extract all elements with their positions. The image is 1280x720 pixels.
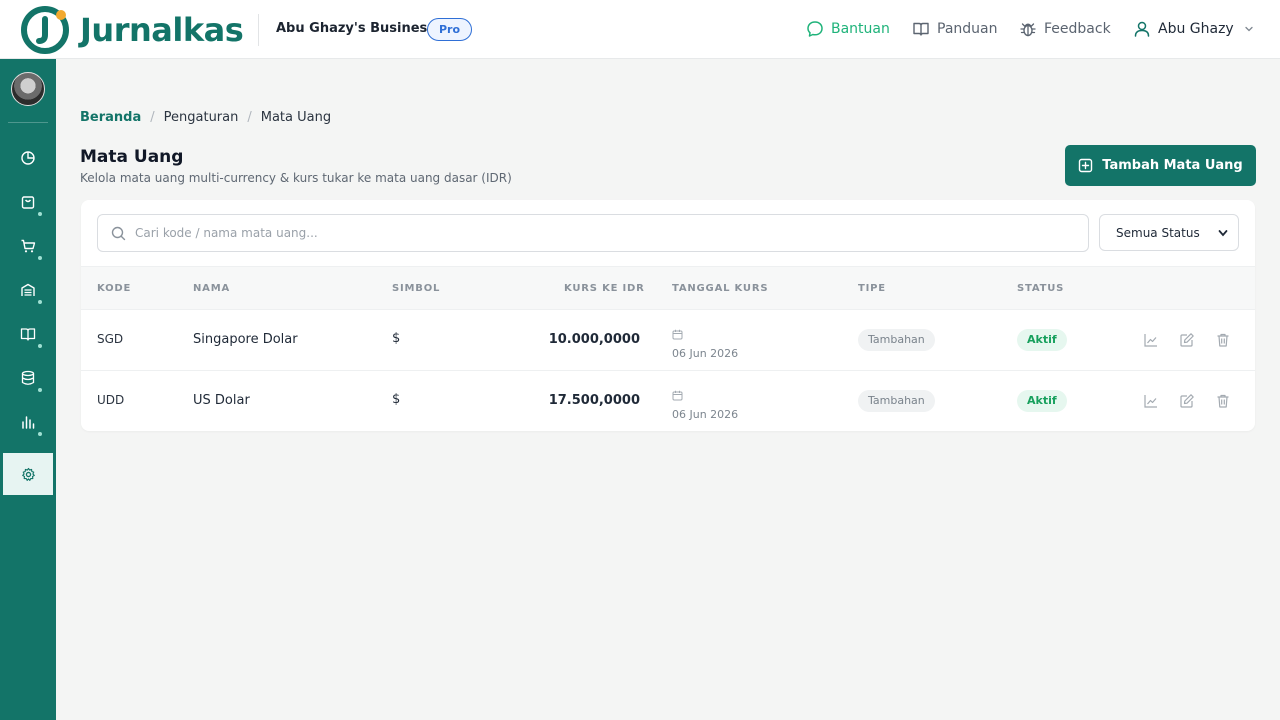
chevron-down-icon (1218, 230, 1228, 237)
bug-icon (1020, 23, 1036, 37)
chat-bubble-icon (807, 21, 823, 37)
submenu-dot (38, 300, 42, 304)
submenu-dot (38, 344, 42, 348)
table-row: UDD US Dolar $ 17.500,0000 06 Jun 2026 T… (81, 371, 1255, 432)
status-badge: Aktif (1017, 390, 1067, 412)
plan-badge: Pro (427, 18, 473, 41)
sidebar-item-database[interactable] (0, 358, 56, 398)
column-header-rate[interactable]: KURS KE IDR (564, 283, 645, 294)
search-box (97, 214, 1089, 252)
status-badge: Aktif (1017, 329, 1067, 351)
row-name: US Dolar (193, 393, 250, 408)
feedback-label: Feedback (1044, 21, 1111, 37)
page-title: Mata Uang (80, 147, 184, 167)
reports-icon (22, 416, 35, 429)
feedback-link[interactable]: Feedback (1019, 20, 1111, 38)
user-name: Abu Ghazy (1158, 21, 1234, 37)
add-currency-button[interactable]: Tambah Mata Uang (1065, 145, 1256, 186)
column-header-status[interactable]: STATUS (1017, 283, 1064, 294)
sidebar-divider (8, 122, 48, 123)
guide-link[interactable]: Panduan (912, 20, 997, 38)
search-input[interactable] (135, 226, 1035, 240)
status-filter-value: Semua Status (1116, 225, 1200, 240)
rate-history-icon[interactable] (1143, 393, 1159, 409)
dashboard-icon (21, 151, 35, 165)
sidebar-item-purchase[interactable] (0, 226, 56, 266)
type-badge: Tambahan (858, 390, 935, 412)
top-header: Jurnalkas Abu Ghazy's Business Pro Bantu… (0, 0, 1280, 59)
sidebar-item-dashboard[interactable] (0, 138, 56, 178)
user-menu[interactable]: Abu Ghazy (1133, 20, 1254, 38)
column-header-symbol[interactable]: SIMBOL (392, 283, 440, 294)
sidebar-item-sales[interactable] (0, 182, 56, 222)
row-name: Singapore Dolar (193, 332, 298, 347)
type-badge: Tambahan (858, 329, 935, 351)
user-icon (1134, 21, 1150, 37)
sidebar-item-ledger[interactable] (0, 314, 56, 354)
help-link[interactable]: Bantuan (806, 20, 890, 38)
book-icon (913, 22, 929, 36)
brand-logo[interactable]: Jurnalkas (20, 5, 244, 55)
row-date-text: 06 Jun 2026 (672, 347, 739, 360)
sidebar-item-inventory[interactable] (0, 270, 56, 310)
breadcrumb-current: Mata Uang (260, 110, 332, 125)
calendar-icon (672, 329, 683, 340)
column-header-code[interactable]: KODE (97, 283, 131, 294)
inventory-icon (21, 283, 35, 296)
row-symbol: $ (392, 392, 401, 407)
database-icon (21, 370, 35, 385)
add-currency-label: Tambah Mata Uang (1102, 158, 1243, 173)
sales-icon (21, 196, 35, 209)
table-header: KODE NAMA SIMBOL KURS KE IDR TANGGAL KUR… (81, 266, 1255, 310)
status-filter-select[interactable]: Semua Status (1099, 214, 1239, 251)
plus-square-icon (1079, 158, 1093, 173)
column-header-date[interactable]: TANGGAL KURS (672, 283, 768, 294)
currency-table-card: Semua Status KODE NAMA SIMBOL KURS KE ID… (81, 200, 1255, 431)
row-rate: 10.000,0000 (548, 332, 640, 347)
column-header-type[interactable]: TIPE (858, 283, 886, 294)
sidebar (0, 59, 56, 720)
header-divider (258, 14, 259, 46)
row-date: 06 Jun 2026 (672, 325, 738, 360)
logo-mark-icon (20, 5, 70, 55)
avatar[interactable] (11, 72, 45, 106)
row-symbol: $ (392, 331, 401, 346)
breadcrumb-separator: / (247, 110, 252, 125)
chevron-down-icon (1245, 26, 1253, 32)
ledger-icon (20, 328, 36, 341)
submenu-dot (38, 388, 42, 392)
sidebar-item-reports[interactable] (0, 402, 56, 442)
calendar-icon (672, 390, 683, 401)
trash-icon[interactable] (1215, 393, 1231, 409)
submenu-dot (38, 212, 42, 216)
help-label: Bantuan (831, 21, 890, 37)
row-rate: 17.500,0000 (548, 393, 640, 408)
row-code: SGD (97, 332, 124, 346)
business-name[interactable]: Abu Ghazy's Business (276, 21, 435, 36)
page-subtitle: Kelola mata uang multi-currency & kurs t… (80, 171, 512, 185)
edit-icon[interactable] (1179, 393, 1195, 409)
sidebar-item-settings[interactable] (3, 453, 53, 495)
column-header-name[interactable]: NAMA (193, 283, 230, 294)
submenu-dot (38, 256, 42, 260)
brand-name: Jurnalkas (80, 11, 244, 49)
row-date-text: 06 Jun 2026 (672, 408, 739, 421)
row-date: 06 Jun 2026 (672, 386, 738, 421)
breadcrumb-separator: / (150, 110, 155, 125)
search-icon (111, 226, 126, 240)
edit-icon[interactable] (1179, 332, 1195, 348)
breadcrumb-home[interactable]: Beranda (80, 110, 141, 125)
purchase-icon (21, 239, 36, 253)
rate-history-icon[interactable] (1143, 332, 1159, 348)
submenu-dot (38, 432, 42, 436)
breadcrumb: Beranda / Pengaturan / Mata Uang (80, 110, 331, 125)
row-code: UDD (97, 393, 125, 407)
table-row: SGD Singapore Dolar $ 10.000,0000 06 Jun… (81, 310, 1255, 371)
settings-icon (21, 467, 35, 481)
breadcrumb-settings[interactable]: Pengaturan (164, 110, 239, 125)
guide-label: Panduan (937, 21, 998, 37)
trash-icon[interactable] (1215, 332, 1231, 348)
